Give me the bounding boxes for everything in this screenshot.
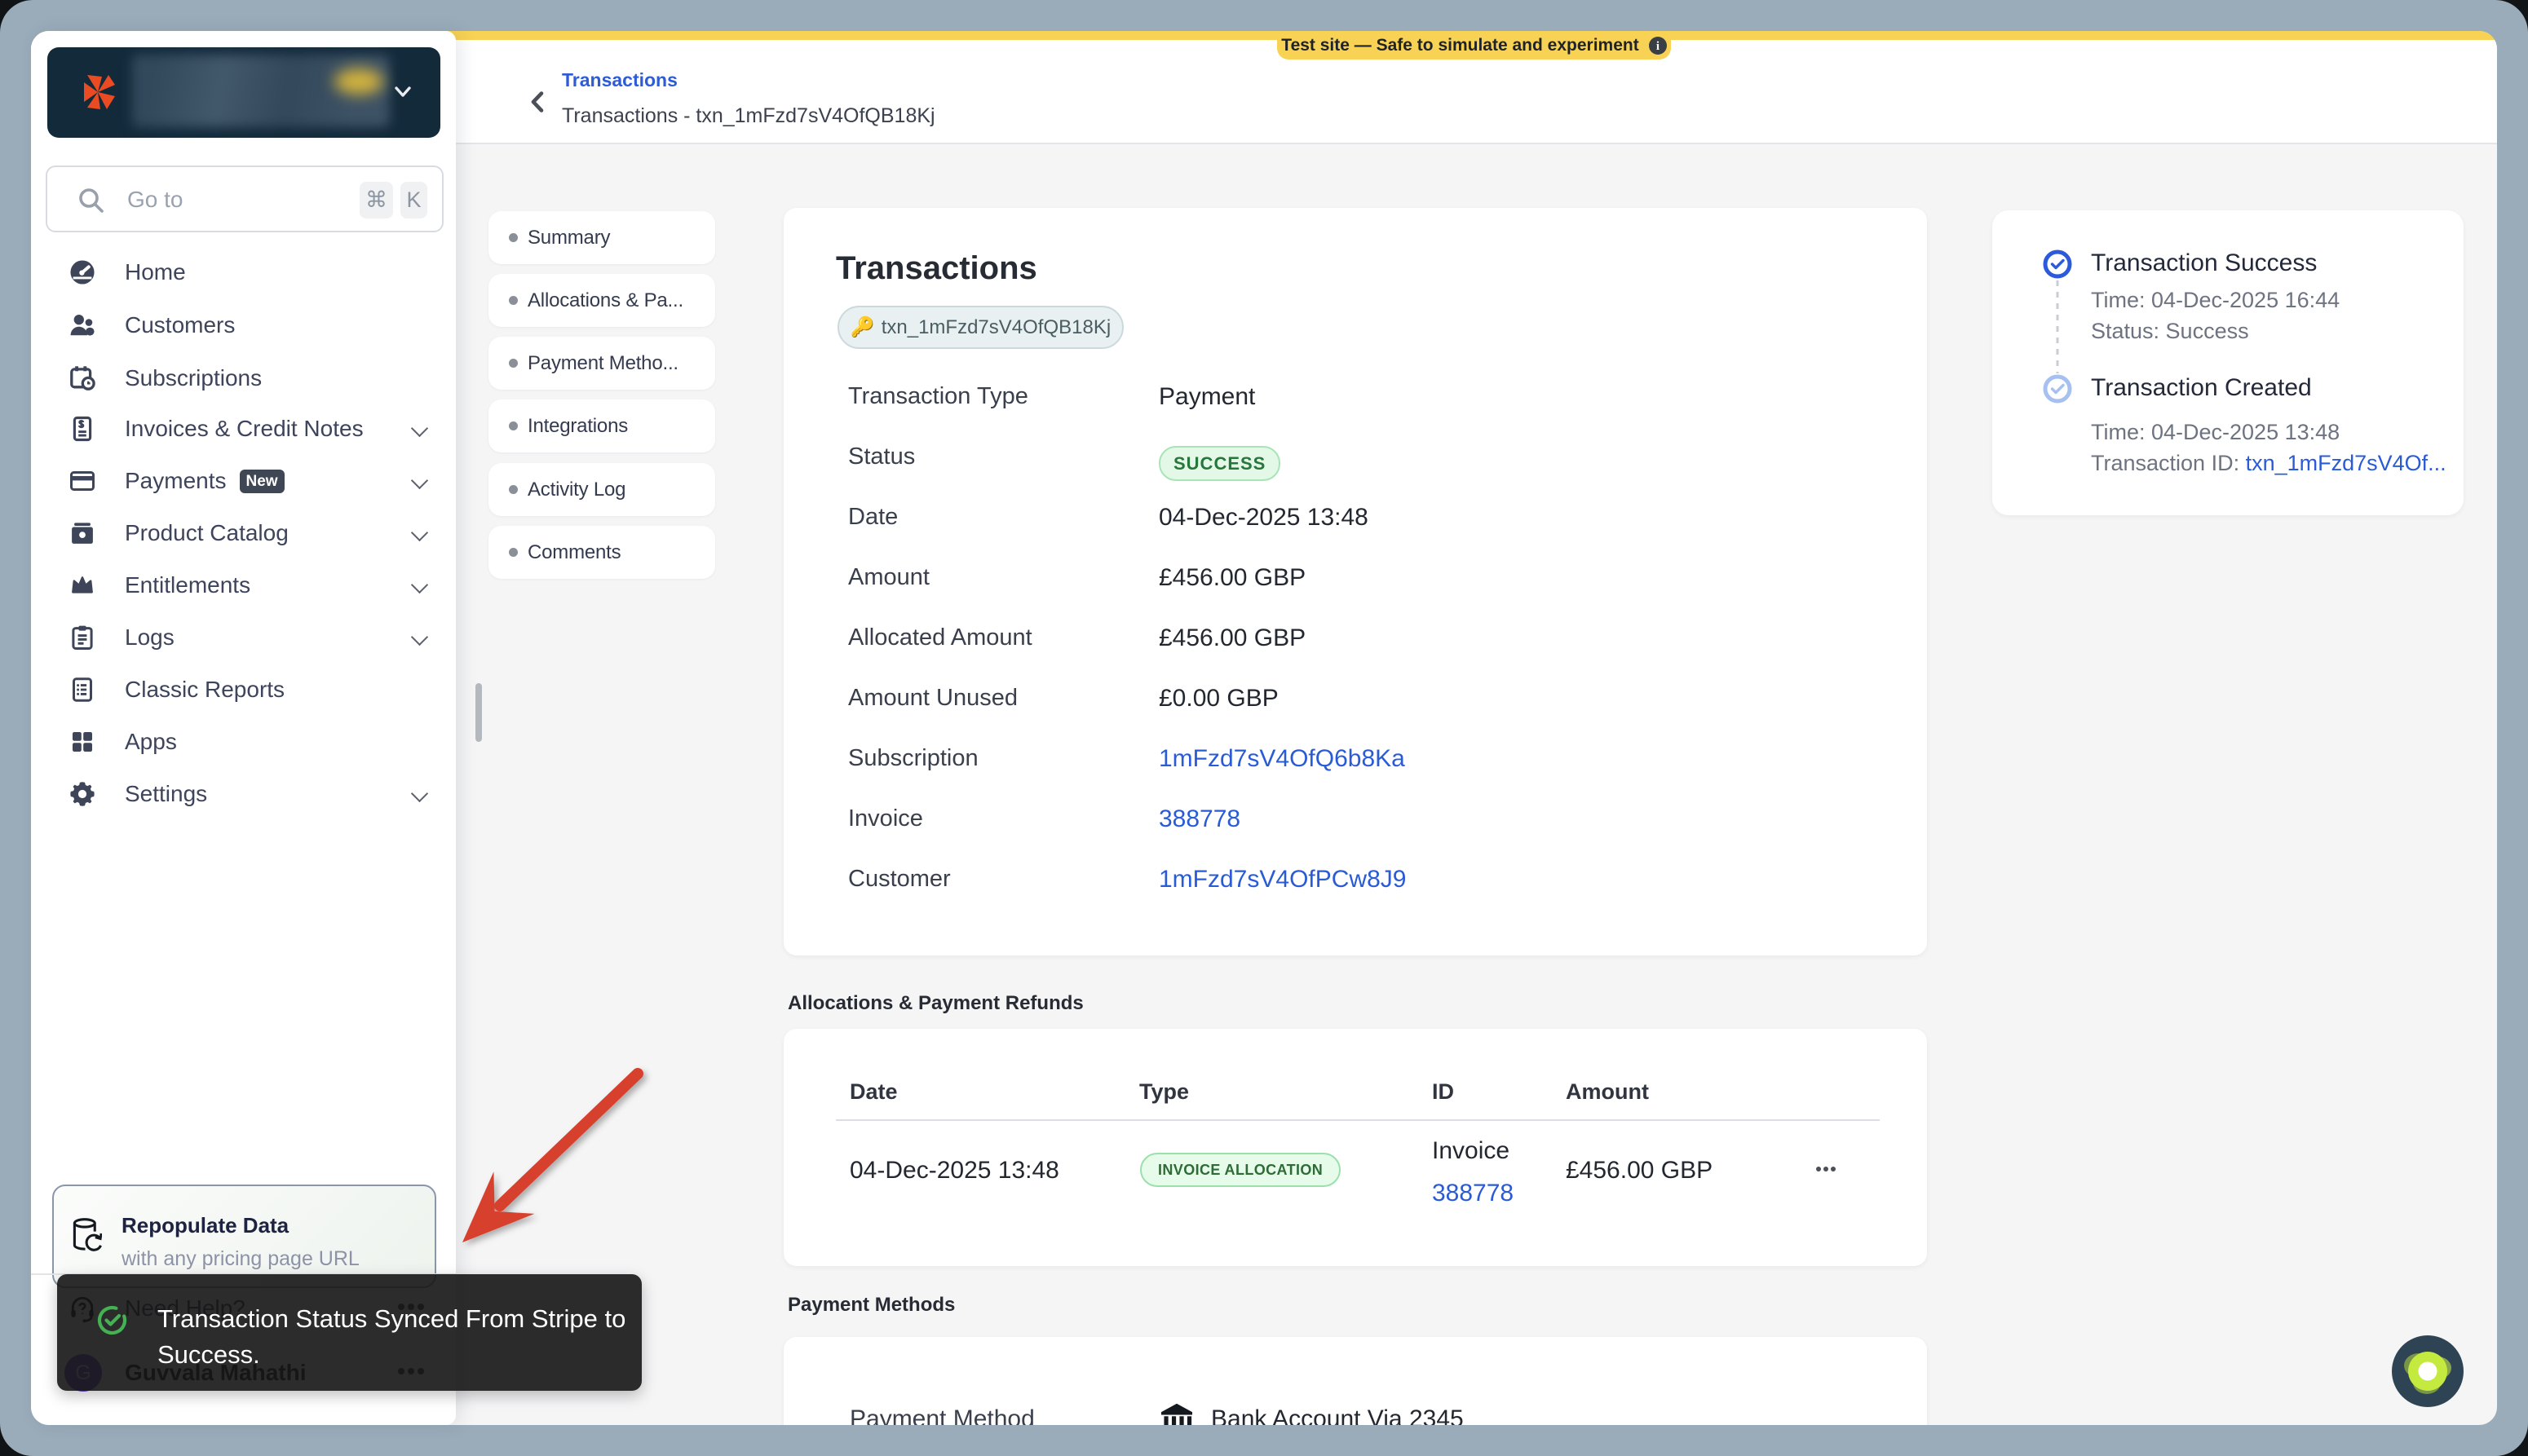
svg-text:i: i [1656,40,1660,53]
